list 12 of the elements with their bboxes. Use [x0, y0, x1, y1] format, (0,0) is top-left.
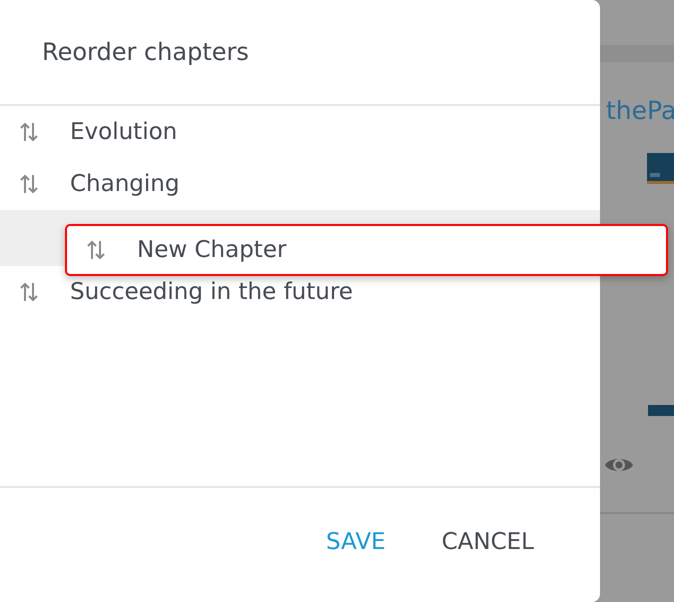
reorder-icon[interactable]: [20, 121, 38, 143]
chapter-title[interactable]: Evolution: [70, 119, 178, 145]
dialog-title: Reorder chapters: [0, 0, 600, 106]
dragged-chapter[interactable]: New Chapter: [65, 224, 668, 276]
chapter-title[interactable]: Changing: [70, 171, 180, 197]
reorder-icon[interactable]: [20, 281, 38, 303]
page-heading: thePa: [606, 96, 674, 125]
chapter-title: New Chapter: [137, 237, 286, 263]
reorder-icon[interactable]: [20, 173, 38, 195]
reorder-icon[interactable]: [87, 239, 105, 261]
chapter-title[interactable]: Succeeding in the future: [70, 279, 353, 305]
cancel-button[interactable]: CANCEL: [434, 525, 542, 559]
